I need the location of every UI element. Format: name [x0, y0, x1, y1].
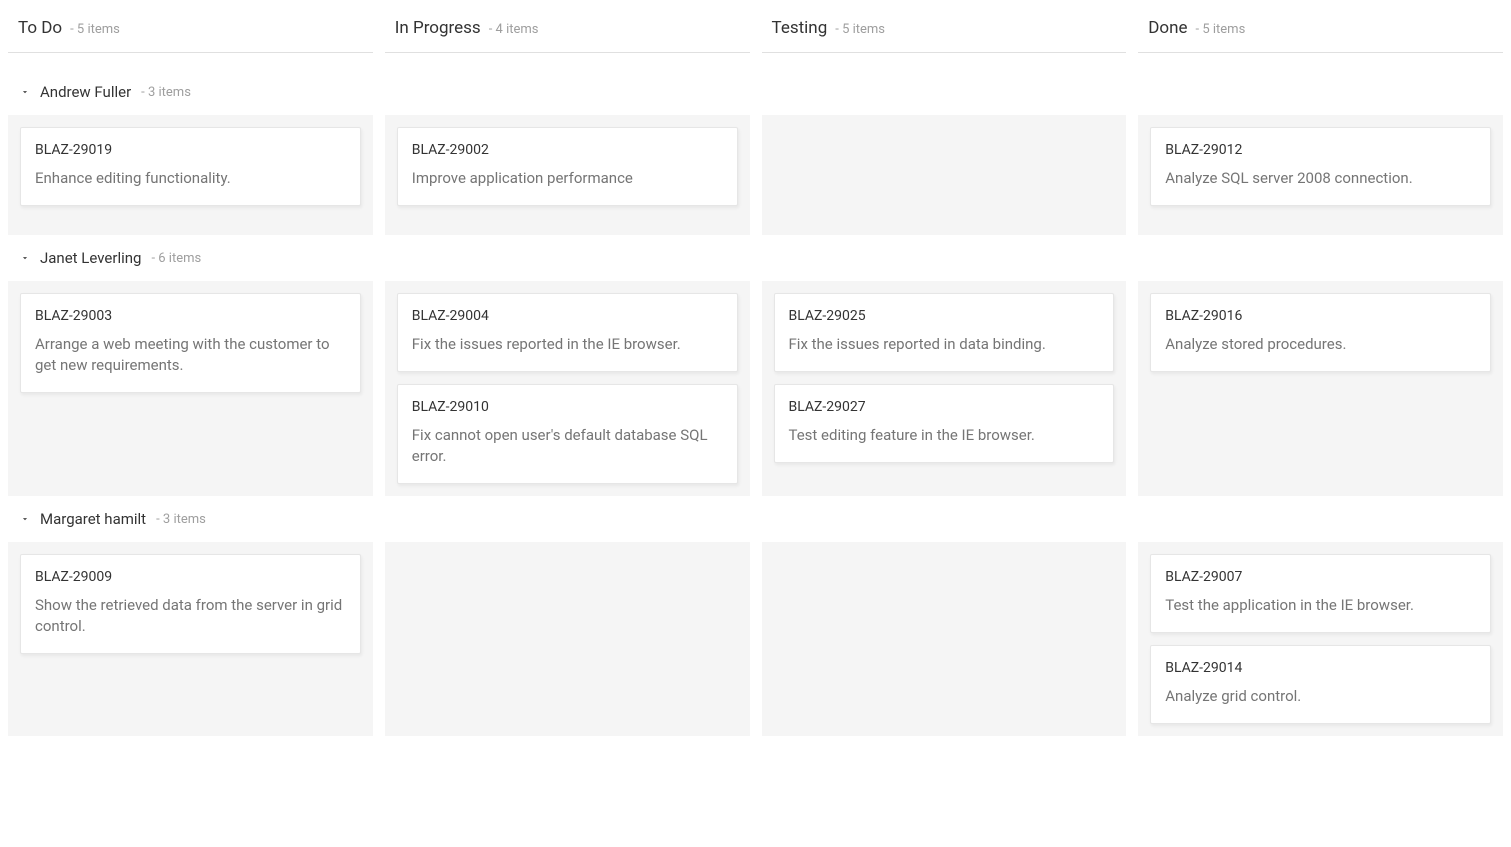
column-title: To Do — [18, 18, 62, 38]
card-id: BLAZ-29002 — [412, 142, 723, 158]
kanban-card[interactable]: BLAZ-29003 Arrange a web meeting with the… — [20, 293, 361, 393]
column-inprogress: In Progress - 4 items — [385, 8, 750, 61]
kanban-card[interactable]: BLAZ-29016 Analyze stored procedures. — [1150, 293, 1491, 372]
card-id: BLAZ-29004 — [412, 308, 723, 324]
column-header-row: To Do - 5 items In Progress - 4 items Testin… — [0, 0, 1511, 69]
lane-cell-andrew-fuller-inprogress[interactable]: BLAZ-29002 Improve application performanc… — [385, 115, 750, 235]
column-testing: Testing - 5 items — [762, 8, 1127, 61]
card-summary: Test the application in the IE browser. — [1165, 595, 1476, 616]
card-id: BLAZ-29016 — [1165, 308, 1476, 324]
chevron-down-icon — [20, 514, 30, 524]
column-header[interactable]: In Progress - 4 items — [385, 8, 750, 53]
chevron-down-icon — [20, 87, 30, 97]
kanban-card[interactable]: BLAZ-29025 Fix the issues reported in dat… — [774, 293, 1115, 372]
kanban-card[interactable]: BLAZ-29004 Fix the issues reported in the… — [397, 293, 738, 372]
card-summary: Show the retrieved data from the server … — [35, 595, 346, 637]
card-id: BLAZ-29010 — [412, 399, 723, 415]
swimlane-header-andrew-fuller[interactable]: Andrew Fuller - 3 items — [0, 69, 1511, 115]
card-summary: Fix the issues reported in the IE browse… — [412, 334, 723, 355]
column-todo: To Do - 5 items — [8, 8, 373, 61]
lane-cell-margaret-hamilt-done[interactable]: BLAZ-29007 Test the application in the IE… — [1138, 542, 1503, 736]
column-done: Done - 5 items — [1138, 8, 1503, 61]
kanban-card[interactable]: BLAZ-29012 Analyze SQL server 2008 connec… — [1150, 127, 1491, 206]
swimlane-name: Margaret hamilt — [40, 510, 146, 528]
card-summary: Analyze stored procedures. — [1165, 334, 1476, 355]
card-id: BLAZ-29012 — [1165, 142, 1476, 158]
lane-cell-janet-leverling-testing[interactable]: BLAZ-29025 Fix the issues reported in dat… — [762, 281, 1127, 496]
lane-cell-margaret-hamilt-inprogress[interactable] — [385, 542, 750, 736]
column-count: - 5 items — [1196, 22, 1246, 37]
card-summary: Test editing feature in the IE browser. — [789, 425, 1100, 446]
column-header[interactable]: Done - 5 items — [1138, 8, 1503, 53]
lane-cell-andrew-fuller-done[interactable]: BLAZ-29012 Analyze SQL server 2008 connec… — [1138, 115, 1503, 235]
lane-cell-andrew-fuller-todo[interactable]: BLAZ-29019 Enhance editing functionality. — [8, 115, 373, 235]
kanban-card[interactable]: BLAZ-29002 Improve application performanc… — [397, 127, 738, 206]
swimlane-row-janet-leverling: BLAZ-29003 Arrange a web meeting with the… — [0, 281, 1511, 496]
column-title: Done — [1148, 18, 1187, 38]
lane-cell-andrew-fuller-testing[interactable] — [762, 115, 1127, 235]
card-id: BLAZ-29009 — [35, 569, 346, 585]
column-header[interactable]: Testing - 5 items — [762, 8, 1127, 53]
card-summary: Arrange a web meeting with the customer … — [35, 334, 346, 376]
card-summary: Fix cannot open user's default database … — [412, 425, 723, 467]
column-title: Testing — [772, 18, 828, 38]
lane-cell-margaret-hamilt-todo[interactable]: BLAZ-29009 Show the retrieved data from t… — [8, 542, 373, 736]
swimlane-count: - 6 items — [151, 251, 201, 266]
lane-cell-janet-leverling-inprogress[interactable]: BLAZ-29004 Fix the issues reported in the… — [385, 281, 750, 496]
card-id: BLAZ-29025 — [789, 308, 1100, 324]
card-summary: Analyze grid control. — [1165, 686, 1476, 707]
card-summary: Analyze SQL server 2008 connection. — [1165, 168, 1476, 189]
column-count: - 5 items — [70, 22, 120, 37]
swimlane-count: - 3 items — [156, 512, 206, 527]
card-summary: Enhance editing functionality. — [35, 168, 346, 189]
swimlane-header-margaret-hamilt[interactable]: Margaret hamilt - 3 items — [0, 496, 1511, 542]
column-count: - 5 items — [835, 22, 885, 37]
swimlane-row-andrew-fuller: BLAZ-29019 Enhance editing functionality.… — [0, 115, 1511, 235]
column-count: - 4 items — [489, 22, 539, 37]
card-id: BLAZ-29014 — [1165, 660, 1476, 676]
kanban-card[interactable]: BLAZ-29027 Test editing feature in the IE… — [774, 384, 1115, 463]
card-id: BLAZ-29003 — [35, 308, 346, 324]
column-title: In Progress — [395, 18, 481, 38]
column-header[interactable]: To Do - 5 items — [8, 8, 373, 53]
card-id: BLAZ-29007 — [1165, 569, 1476, 585]
swimlane-row-margaret-hamilt: BLAZ-29009 Show the retrieved data from t… — [0, 542, 1511, 736]
lane-cell-janet-leverling-todo[interactable]: BLAZ-29003 Arrange a web meeting with the… — [8, 281, 373, 496]
swimlane-name: Andrew Fuller — [40, 83, 131, 101]
kanban-card[interactable]: BLAZ-29009 Show the retrieved data from t… — [20, 554, 361, 654]
card-summary: Improve application performance — [412, 168, 723, 189]
lane-cell-janet-leverling-done[interactable]: BLAZ-29016 Analyze stored procedures. — [1138, 281, 1503, 496]
lane-cell-margaret-hamilt-testing[interactable] — [762, 542, 1127, 736]
kanban-card[interactable]: BLAZ-29007 Test the application in the IE… — [1150, 554, 1491, 633]
card-id: BLAZ-29027 — [789, 399, 1100, 415]
card-id: BLAZ-29019 — [35, 142, 346, 158]
chevron-down-icon — [20, 253, 30, 263]
kanban-card[interactable]: BLAZ-29019 Enhance editing functionality. — [20, 127, 361, 206]
kanban-card[interactable]: BLAZ-29010 Fix cannot open user's default… — [397, 384, 738, 484]
swimlane-count: - 3 items — [141, 85, 191, 100]
kanban-card[interactable]: BLAZ-29014 Analyze grid control. — [1150, 645, 1491, 724]
card-summary: Fix the issues reported in data binding. — [789, 334, 1100, 355]
swimlane-header-janet-leverling[interactable]: Janet Leverling - 6 items — [0, 235, 1511, 281]
kanban-board: To Do - 5 items In Progress - 4 items Testin… — [0, 0, 1511, 736]
swimlane-name: Janet Leverling — [40, 249, 141, 267]
